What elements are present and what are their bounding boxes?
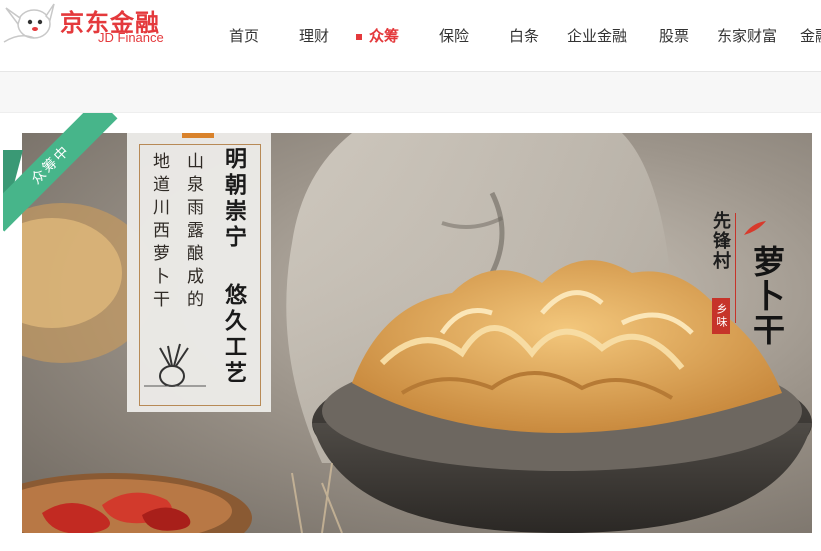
nav-stocks[interactable]: 股票	[659, 26, 689, 46]
poem-line1: 山泉雨露酿成的	[183, 152, 203, 313]
nav-wealth[interactable]: 理财	[299, 26, 329, 46]
nav-dongjia-wealth[interactable]: 东家财富	[717, 26, 777, 46]
village-flavor-stamp: 乡味	[712, 298, 730, 334]
poem-title-col2: 悠久工艺	[221, 283, 247, 387]
product-name-big: 萝卜干	[748, 245, 786, 347]
poem-line2: 地道川西萝卜干	[149, 152, 169, 313]
logo-text-en: JD Finance	[98, 30, 164, 45]
sub-navigation-bar	[0, 72, 821, 113]
chili-icon	[744, 221, 766, 235]
ribbon-label: 众筹中	[3, 113, 118, 232]
nav-finance-more[interactable]: 金融	[800, 26, 821, 46]
nav-crowdfunding-label: 众筹	[369, 27, 400, 45]
poem-accent-bar	[182, 133, 214, 138]
jd-finance-logo[interactable]: 京东金融 JD Finance	[0, 0, 190, 71]
nav-home[interactable]: 首页	[229, 26, 259, 46]
top-header: 京东金融 JD Finance 首页 理财 众筹 保险 白条 企业金融 股票 东…	[0, 0, 821, 72]
crowdfunding-ribbon: 众筹中	[3, 113, 133, 243]
village-name: 先锋村	[710, 211, 731, 271]
nav-enterprise-finance[interactable]: 企业金融	[567, 26, 627, 46]
jd-mascot-icon	[3, 3, 55, 43]
radish-sketch-icon	[144, 343, 206, 387]
nav-insurance[interactable]: 保险	[439, 26, 469, 46]
active-bullet-icon	[356, 34, 362, 40]
poem-title-col1: 明朝崇宁	[221, 147, 247, 251]
title-divider	[735, 213, 736, 323]
nav-crowdfunding[interactable]: 众筹	[356, 26, 400, 46]
nav-baitiao[interactable]: 白条	[509, 26, 539, 46]
